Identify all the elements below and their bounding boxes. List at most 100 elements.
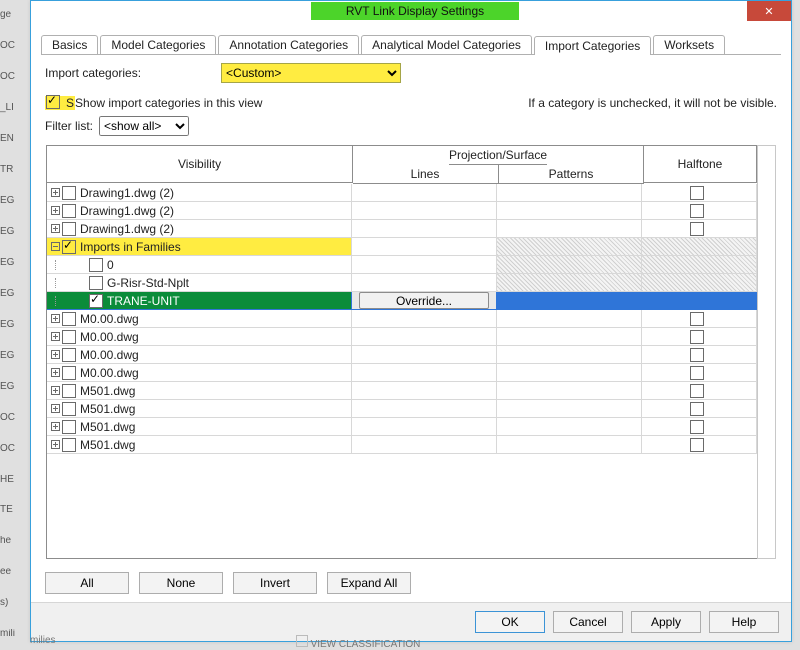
categories-grid: Visibility Projection/Surface Lines Patt… <box>46 145 758 559</box>
table-row[interactable]: M501.dwg <box>47 418 757 436</box>
table-row[interactable]: Drawing1.dwg (2) <box>47 220 757 238</box>
row-label: G-Risr-Std-Nplt <box>107 276 189 290</box>
row-label: Drawing1.dwg (2) <box>80 222 174 236</box>
tab-import-categories[interactable]: Import Categories <box>534 36 651 55</box>
visibility-checkbox[interactable] <box>62 240 76 254</box>
table-row[interactable]: Imports in Families <box>47 238 757 256</box>
row-label: M0.00.dwg <box>80 312 139 326</box>
apply-button[interactable]: Apply <box>631 611 701 633</box>
visibility-checkbox[interactable] <box>62 366 76 380</box>
grid-scrollbar[interactable] <box>757 145 776 559</box>
halftone-checkbox[interactable] <box>690 186 704 200</box>
col-halftone: Halftone <box>644 146 757 183</box>
table-row[interactable]: G-Risr-Std-Nplt <box>47 274 757 292</box>
invert-button[interactable]: Invert <box>233 572 317 594</box>
close-button[interactable]: ✕ <box>747 1 791 21</box>
table-row[interactable]: M501.dwg <box>47 436 757 454</box>
override-button[interactable]: Override... <box>359 292 489 309</box>
table-row[interactable]: TRANE-UNITOverride... <box>47 292 757 310</box>
filter-list-select[interactable]: <show all> <box>99 116 189 136</box>
halftone-checkbox[interactable] <box>690 438 704 452</box>
visibility-checkbox[interactable] <box>62 420 76 434</box>
visibility-checkbox[interactable] <box>62 204 76 218</box>
halftone-checkbox[interactable] <box>690 330 704 344</box>
tab-analytical-model-categories[interactable]: Analytical Model Categories <box>361 35 532 54</box>
visibility-checkbox[interactable] <box>62 384 76 398</box>
row-label: Drawing1.dwg (2) <box>80 186 174 200</box>
expand-icon[interactable] <box>51 350 60 359</box>
row-label: M0.00.dwg <box>80 348 139 362</box>
tab-model-categories[interactable]: Model Categories <box>100 35 216 54</box>
filter-list-label: Filter list: <box>45 119 93 133</box>
col-projection: Projection/Surface <box>449 146 547 165</box>
import-categories-select[interactable]: <Custom> <box>221 63 401 83</box>
visibility-checkbox[interactable] <box>62 222 76 236</box>
visibility-checkbox[interactable] <box>62 348 76 362</box>
grid-body: Drawing1.dwg (2) Drawing1.dwg (2) Drawin… <box>47 184 757 454</box>
dialog-window: RVT Link Display Settings ✕ BasicsModel … <box>30 0 792 642</box>
ok-button[interactable]: OK <box>475 611 545 633</box>
col-projection-group: Projection/Surface Lines Patterns <box>353 146 644 184</box>
expand-all-button[interactable]: Expand All <box>327 572 411 594</box>
row-label: M0.00.dwg <box>80 330 139 344</box>
row-label: M501.dwg <box>80 384 135 398</box>
visibility-checkbox[interactable] <box>89 276 103 290</box>
expand-icon[interactable] <box>51 188 60 197</box>
halftone-checkbox[interactable] <box>690 366 704 380</box>
expand-icon[interactable] <box>51 440 60 449</box>
halftone-checkbox[interactable] <box>690 312 704 326</box>
table-row[interactable]: M0.00.dwg <box>47 364 757 382</box>
background-fragment: milies VIEW CLASSIFICATION <box>30 635 420 650</box>
visibility-checkbox[interactable] <box>62 186 76 200</box>
show-in-view-wrapper[interactable]: SShow import categories in this view <box>45 95 262 110</box>
table-row[interactable]: M501.dwg <box>47 400 757 418</box>
row-label: Drawing1.dwg (2) <box>80 204 174 218</box>
table-row[interactable]: Drawing1.dwg (2) <box>47 184 757 202</box>
table-row[interactable]: 0 <box>47 256 757 274</box>
tab-strip: BasicsModel CategoriesAnnotation Categor… <box>31 23 791 55</box>
visibility-checkbox[interactable] <box>62 402 76 416</box>
visibility-checkbox[interactable] <box>62 330 76 344</box>
tab-annotation-categories[interactable]: Annotation Categories <box>218 35 359 54</box>
visibility-checkbox[interactable] <box>62 312 76 326</box>
table-row[interactable]: M0.00.dwg <box>47 346 757 364</box>
expand-icon[interactable] <box>51 422 60 431</box>
halftone-checkbox[interactable] <box>690 222 704 236</box>
table-row[interactable]: M0.00.dwg <box>47 310 757 328</box>
table-row[interactable]: Drawing1.dwg (2) <box>47 202 757 220</box>
tab-basics[interactable]: Basics <box>41 35 98 54</box>
tab-worksets[interactable]: Worksets <box>653 35 725 54</box>
halftone-checkbox[interactable] <box>690 384 704 398</box>
none-button[interactable]: None <box>139 572 223 594</box>
visibility-checkbox[interactable] <box>62 438 76 452</box>
all-button[interactable]: All <box>45 572 129 594</box>
cancel-button[interactable]: Cancel <box>553 611 623 633</box>
expand-icon[interactable] <box>51 404 60 413</box>
expand-icon[interactable] <box>51 368 60 377</box>
unchecked-note: If a category is unchecked, it will not … <box>528 95 777 110</box>
halftone-checkbox[interactable] <box>690 204 704 218</box>
expand-icon[interactable] <box>51 224 60 233</box>
visibility-checkbox[interactable] <box>89 258 103 272</box>
show-in-view-checkbox[interactable] <box>46 95 60 109</box>
background-noise: geOCOC_LIENTREGEGEGEGEGEGEGOCOCHETEheees… <box>0 0 30 650</box>
expand-icon[interactable] <box>51 314 60 323</box>
row-label: M501.dwg <box>80 438 135 452</box>
collapse-icon[interactable] <box>51 242 60 251</box>
halftone-checkbox[interactable] <box>690 420 704 434</box>
col-visibility: Visibility <box>47 146 353 183</box>
expand-icon[interactable] <box>51 386 60 395</box>
help-button[interactable]: Help <box>709 611 779 633</box>
halftone-checkbox[interactable] <box>690 402 704 416</box>
titlebar: RVT Link Display Settings ✕ <box>31 1 791 23</box>
row-label: M501.dwg <box>80 420 135 434</box>
import-categories-label: Import categories: <box>45 66 141 80</box>
table-row[interactable]: M501.dwg <box>47 382 757 400</box>
expand-icon[interactable] <box>51 332 60 341</box>
halftone-checkbox[interactable] <box>690 348 704 362</box>
visibility-checkbox[interactable] <box>89 294 103 308</box>
table-row[interactable]: M0.00.dwg <box>47 328 757 346</box>
row-label: Imports in Families <box>80 240 181 254</box>
expand-icon[interactable] <box>51 206 60 215</box>
row-label: 0 <box>107 258 114 272</box>
